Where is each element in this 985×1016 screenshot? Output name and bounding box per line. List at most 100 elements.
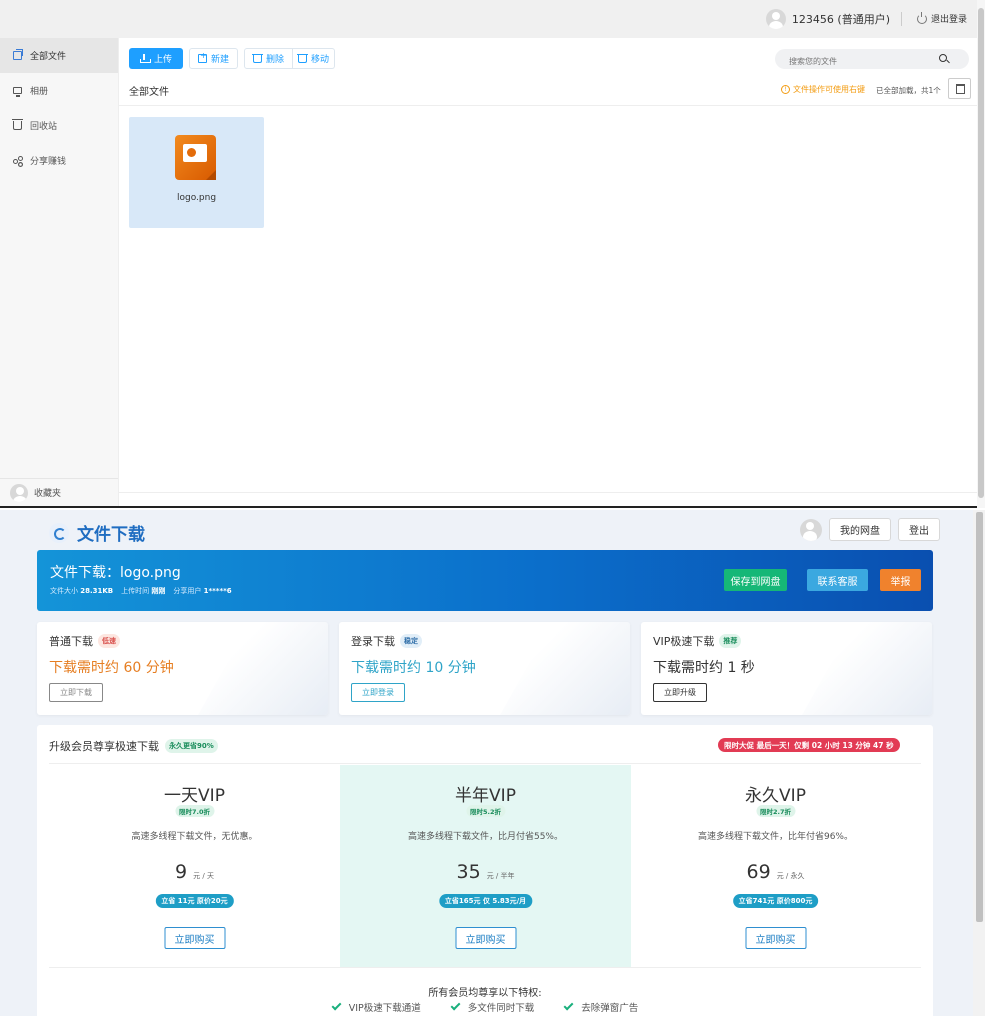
plan-name: 一天VIP <box>164 786 225 806</box>
buy-button[interactable]: 立即购买 <box>164 927 225 949</box>
save-to-disk-button[interactable]: 保存到网盘 <box>724 569 787 591</box>
top-nav: 我的网盘 登出 <box>800 518 940 541</box>
sidebar-item-label: 分享赚钱 <box>30 157 67 167</box>
share-icon <box>13 156 23 165</box>
trash-icon <box>12 119 23 130</box>
upload-icon <box>139 54 151 63</box>
move-label: 移动 <box>311 55 330 65</box>
plan-halfyear: 半年VIP 限时5.2折 高速多线程下载文件，比月付省55%。 35 元 / 半年… <box>340 765 631 967</box>
option-title: VIP极速下载 <box>653 635 715 648</box>
scrollbar[interactable] <box>977 0 985 508</box>
sidebar-item-trash[interactable]: 回收站 <box>0 108 118 143</box>
plan-lifetime: 永久VIP 限时2.7折 高速多线程下载文件，比年付省96%。 69 元 / 永久… <box>630 765 921 967</box>
page-title: 文件下载 <box>77 525 145 545</box>
upload-button[interactable]: 上传 <box>129 48 183 69</box>
contact-service-button[interactable]: 联系客服 <box>807 569 868 591</box>
new-button[interactable]: 新建 <box>189 48 239 69</box>
plan-name: 半年VIP <box>455 786 516 806</box>
favorites-label: 收藏夹 <box>34 489 62 499</box>
logout-button[interactable]: 登出 <box>898 518 940 541</box>
tip-text: 文件操作可使用右键 <box>793 85 865 94</box>
size-label: 文件大小 <box>50 587 78 595</box>
files-icon <box>13 49 23 60</box>
upgrade-now-button[interactable]: 立即升级 <box>653 683 707 702</box>
promo-countdown: 限时大促 最后一天！仅剩 02 小时 13 分钟 47 秒 <box>718 738 900 752</box>
plan-name: 永久VIP <box>745 786 806 806</box>
move-icon <box>297 54 309 63</box>
perk-label: VIP极速下载通道 <box>348 1003 421 1014</box>
plan-saving: 立省165元 仅 5.83元/月 <box>438 894 533 908</box>
context-menu-tip: ! 文件操作可使用右键 <box>781 84 865 95</box>
file-item[interactable]: logo.png <box>129 117 264 228</box>
plan-unit: 元 / 天 <box>193 872 214 880</box>
plan-unit: 元 / 半年 <box>486 872 515 880</box>
header-divider <box>901 12 902 26</box>
sidebar-item-label: 全部文件 <box>30 52 67 62</box>
site-logo[interactable]: 文件下载 <box>49 520 145 545</box>
scrollbar[interactable] <box>973 510 985 1016</box>
sidebar-item-album[interactable]: 相册 <box>0 73 118 108</box>
new-folder-icon <box>198 51 207 63</box>
perk-label: 多文件同时下载 <box>467 1003 535 1014</box>
favorites-item[interactable]: 收藏夹 <box>0 478 118 506</box>
upload-label: 上传 <box>153 55 172 65</box>
username: 123456 (普通用户) <box>791 13 890 26</box>
login-now-button[interactable]: 立即登录 <box>351 683 405 702</box>
check-icon <box>331 1000 342 1011</box>
plan-unit: 元 / 永久 <box>776 872 805 880</box>
logout-label: 退出登录 <box>930 15 967 25</box>
breadcrumb[interactable]: 全部文件 <box>129 83 169 98</box>
plan-price: 69 <box>746 861 771 883</box>
option-time: 下载需时约 1 秒 <box>653 660 755 676</box>
plan-desc: 高速多线程下载文件，比年付省96%。 <box>697 832 853 842</box>
buy-button[interactable]: 立即购买 <box>745 927 806 949</box>
view-toggle-button[interactable] <box>948 78 971 99</box>
search-icon[interactable] <box>939 54 947 62</box>
sidebar: 全部文件 相册 回收站 分享赚钱 收藏夹 <box>0 38 119 506</box>
download-now-button[interactable]: 立即下载 <box>49 683 103 702</box>
recommend-tag: 推荐 <box>719 634 742 648</box>
plan-discount: 限时5.2折 <box>465 805 506 817</box>
my-disk-button[interactable]: 我的网盘 <box>829 518 891 541</box>
plan-discount: 限时7.0折 <box>174 805 215 817</box>
top-header: 123456 (普通用户) 退出登录 <box>0 0 985 38</box>
logout-button[interactable]: 退出登录 <box>916 11 967 25</box>
option-login-download: 登录下载 稳定 下载需时约 10 分钟 立即登录 <box>339 622 630 715</box>
move-button[interactable]: 移动 <box>293 48 336 69</box>
plan-saving: 立省 11元 原价20元 <box>155 894 234 908</box>
search-box <box>775 49 969 72</box>
sidebar-item-all-files[interactable]: 全部文件 <box>0 38 118 73</box>
buy-button[interactable]: 立即购买 <box>455 927 516 949</box>
speed-tag: 低速 <box>98 634 120 648</box>
user-menu[interactable]: 123456 (普通用户) <box>765 9 890 29</box>
file-count: 已全部加载，共1个 <box>876 86 941 95</box>
plan-desc: 高速多线程下载文件，比月付省55%。 <box>407 832 563 842</box>
file-meta: 文件大小 28.31KB 上传时间 刚刚 分享用户 1*****6 <box>50 586 232 596</box>
delete-label: 删除 <box>266 55 285 65</box>
monitor-icon <box>13 87 22 97</box>
delete-button[interactable]: 删除 <box>244 48 294 69</box>
avatar-icon <box>800 518 822 541</box>
divider <box>49 967 921 968</box>
perk-item: 去除弹窗广告 <box>563 1000 639 1014</box>
time-label: 上传时间 <box>121 587 150 595</box>
divider <box>119 105 977 106</box>
size-value: 28.31KB <box>80 587 114 595</box>
option-title: 登录下载 <box>351 635 395 648</box>
option-time: 下载需时约 60 分钟 <box>49 660 174 676</box>
sidebar-item-share[interactable]: 分享赚钱 <box>0 143 118 178</box>
perks-list: VIP极速下载通道 多文件同时下载 去除弹窗广告 <box>37 1000 933 1014</box>
search-input[interactable] <box>775 51 935 72</box>
power-icon <box>916 11 927 24</box>
file-banner: 文件下载：logo.png 文件大小 28.31KB 上传时间 刚刚 分享用户 … <box>37 550 933 611</box>
plan-desc: 高速多线程下载文件，无优惠。 <box>131 832 258 842</box>
new-label: 新建 <box>211 55 230 65</box>
perk-label: 去除弹窗广告 <box>581 1003 639 1014</box>
divider <box>49 763 921 764</box>
toolbar: 上传 新建 删除 移动 <box>129 48 336 69</box>
option-vip-download: VIP极速下载 推荐 下载需时约 1 秒 立即升级 <box>641 622 932 715</box>
vip-badge: 永久更省90% <box>165 739 218 753</box>
info-icon: ! <box>781 85 790 94</box>
perk-item: VIP极速下载通道 <box>331 1000 421 1014</box>
report-button[interactable]: 举报 <box>880 569 921 591</box>
